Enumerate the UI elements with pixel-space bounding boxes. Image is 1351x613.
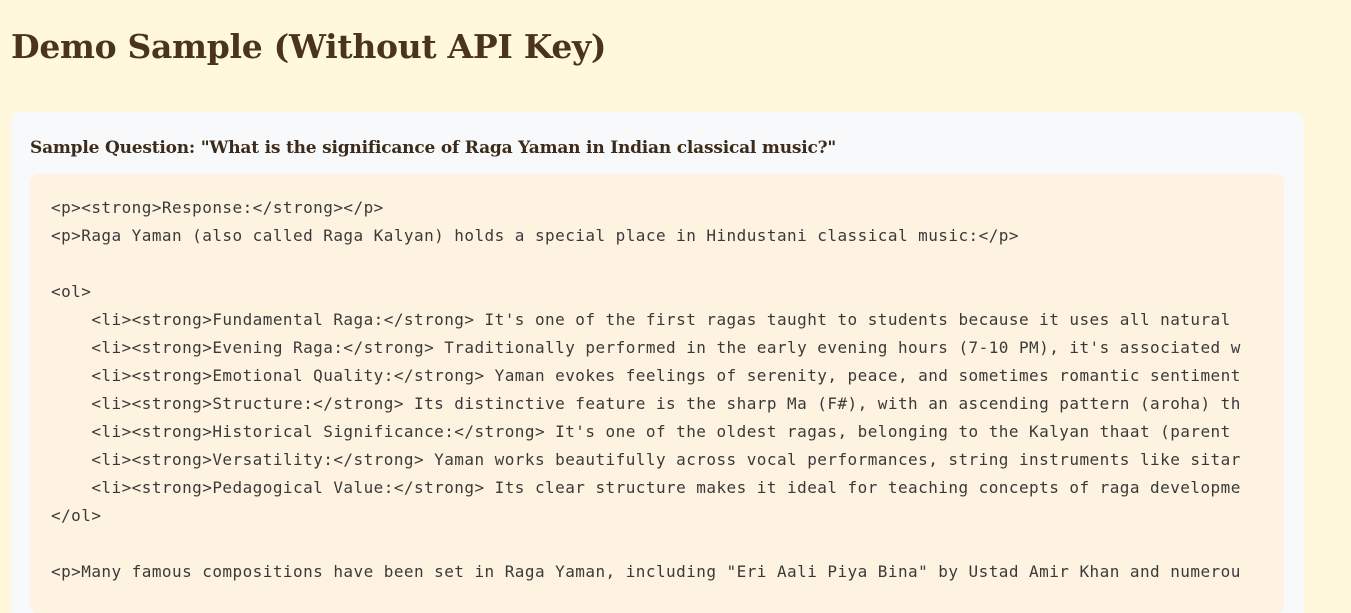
code-line: <li><strong>Historical Significance:</st… bbox=[51, 422, 1231, 441]
response-code-block[interactable]: <p><strong>Response:</strong></p> <p>Raga… bbox=[30, 174, 1284, 613]
sample-question: Sample Question: "What is the significan… bbox=[30, 138, 837, 158]
response-code: <p><strong>Response:</strong></p> <p>Raga… bbox=[51, 194, 1241, 586]
code-line: <li><strong>Emotional Quality:</strong> … bbox=[51, 366, 1241, 385]
code-line: <li><strong>Fundamental Raga:</strong> I… bbox=[51, 310, 1231, 329]
code-line: <p>Many famous compositions have been se… bbox=[51, 562, 1241, 581]
code-line: <ol> bbox=[51, 282, 92, 301]
code-line: <p><strong>Response:</strong></p> bbox=[51, 198, 384, 217]
code-line: <li><strong>Evening Raga:</strong> Tradi… bbox=[51, 338, 1241, 357]
code-line: </ol> bbox=[51, 506, 102, 525]
sample-card: Sample Question: "What is the significan… bbox=[11, 112, 1304, 613]
page-title: Demo Sample (Without API Key) bbox=[11, 27, 607, 66]
code-line: <li><strong>Versatility:</strong> Yaman … bbox=[51, 450, 1241, 469]
code-line: <li><strong>Structure:</strong> Its dist… bbox=[51, 394, 1241, 413]
code-line: <li><strong>Pedagogical Value:</strong> … bbox=[51, 478, 1241, 497]
code-line: <p>Raga Yaman (also called Raga Kalyan) … bbox=[51, 226, 1019, 245]
